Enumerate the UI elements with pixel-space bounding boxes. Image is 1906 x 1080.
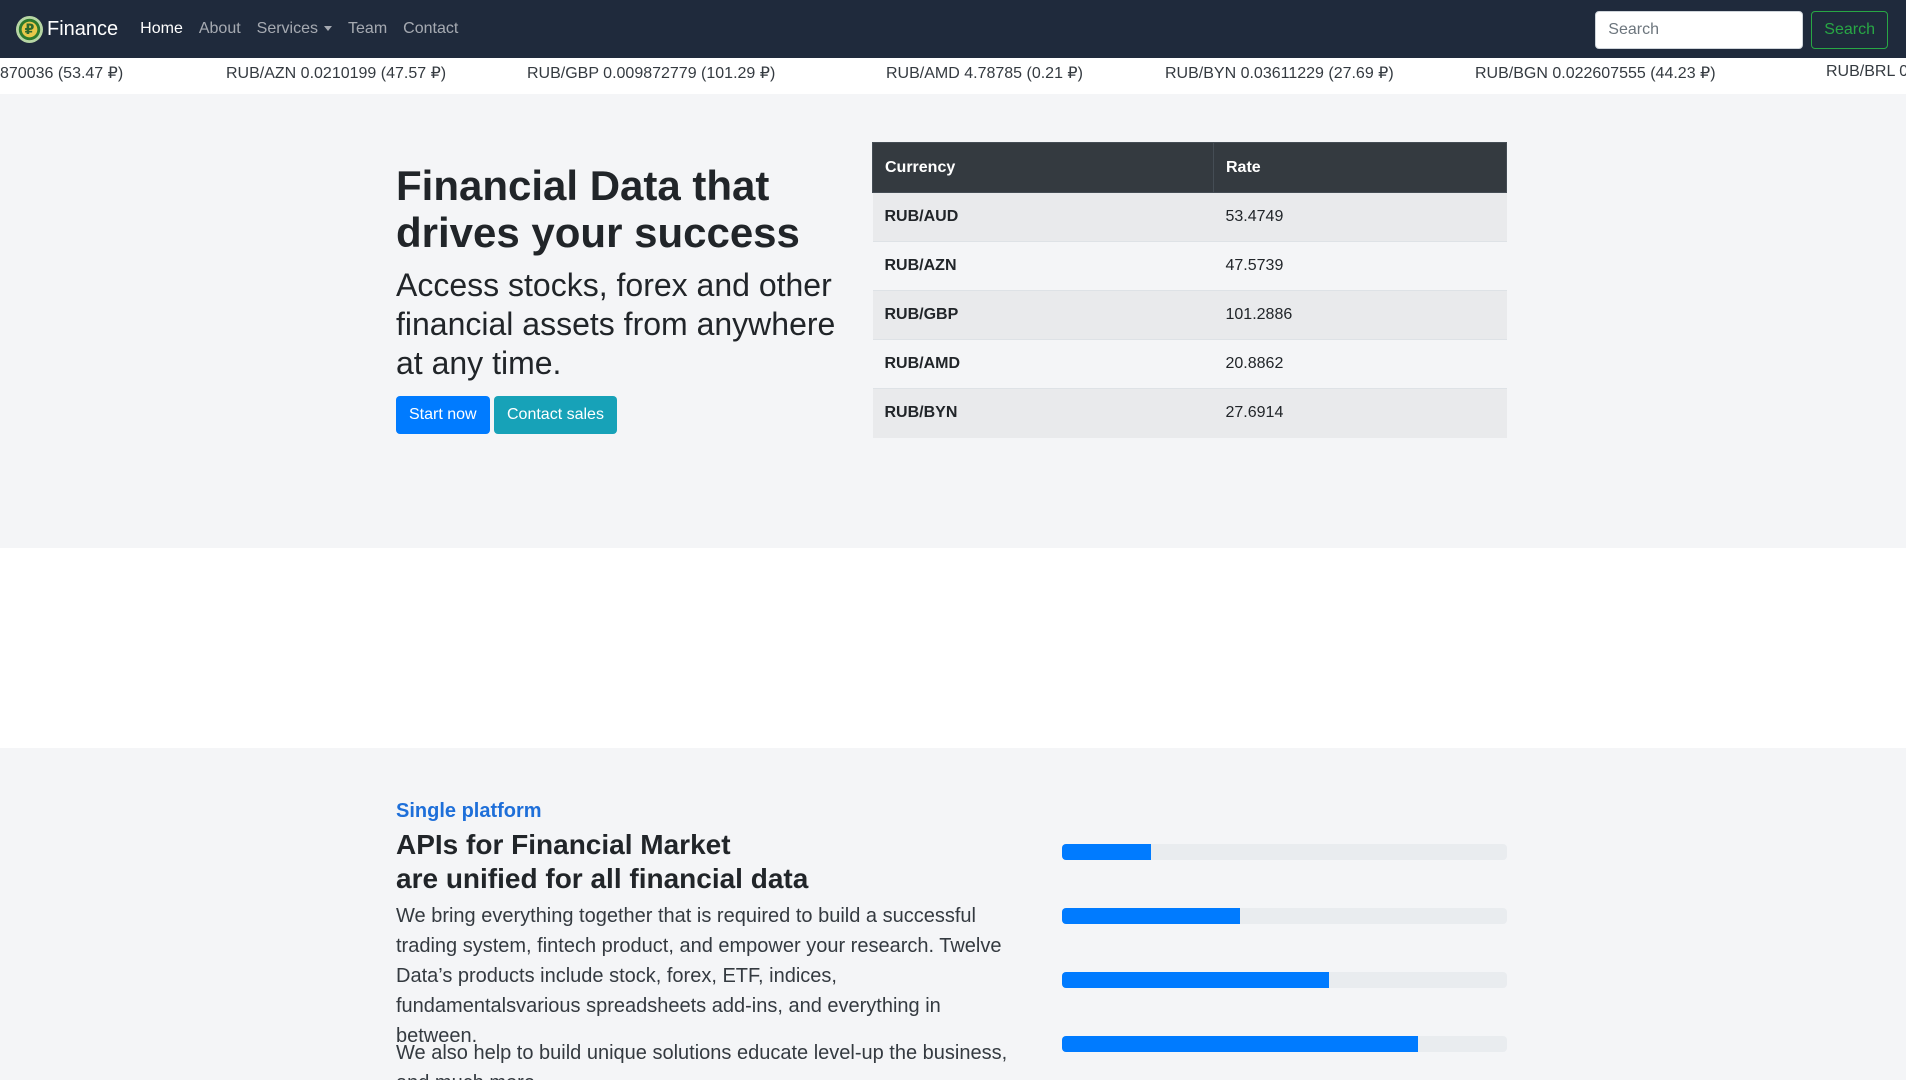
table-row: RUB/AZN 47.5739 xyxy=(872,241,1507,291)
progress-bar xyxy=(1062,844,1507,860)
features-section: Single platform APIs for Financial Marke… xyxy=(0,748,1906,1080)
rate-column-header: Rate xyxy=(1213,142,1507,193)
nav-team-link[interactable]: Team xyxy=(348,20,387,38)
ticker-item: RUB/AZN 0.0210199 (47.57 ₽) xyxy=(226,65,447,82)
rate-cell: 27.6914 xyxy=(1213,388,1507,438)
rate-cell: 101.2886 xyxy=(1213,290,1507,340)
progress-bar xyxy=(1062,972,1507,988)
navbar: ₽ Finance Home About Services Team Conta… xyxy=(0,0,1906,58)
nav-contact-link[interactable]: Contact xyxy=(403,20,458,38)
table-row: RUB/AMD 20.8862 xyxy=(872,339,1507,389)
hero-title: Financial Data that drives your success xyxy=(396,162,800,256)
ticker-item: RUB/BRL 0 xyxy=(1826,63,1906,80)
section-title-line: APIs for Financial Market xyxy=(396,829,731,860)
currency-ticker: 870036 (53.47 ₽) RUB/AZN 0.0210199 (47.5… xyxy=(0,58,1906,94)
progress-bar xyxy=(1062,908,1507,924)
hero-section: Financial Data that drives your success … xyxy=(0,94,1906,548)
nav-home-link[interactable]: Home xyxy=(140,20,183,38)
ticker-item: 870036 (53.47 ₽) xyxy=(0,65,124,82)
nav-links: Home About Services Team Contact xyxy=(140,20,458,38)
brand-name: Finance xyxy=(47,17,119,40)
rates-table: Currency Rate RUB/AUD 53.4749 RUB/AZN 47… xyxy=(872,142,1507,438)
start-now-button[interactable]: Start now xyxy=(396,396,490,434)
hero-lead: Access stocks, forex and other financial… xyxy=(396,267,836,381)
contact-sales-button[interactable]: Contact sales xyxy=(494,396,617,434)
progress-bar xyxy=(1062,1036,1507,1052)
nav-services-label: Services xyxy=(256,20,319,37)
currency-cell: RUB/BYN xyxy=(872,388,1214,438)
section-title-line: are unified for all financial data xyxy=(396,863,809,894)
nav-services-dropdown[interactable]: Services xyxy=(256,20,333,38)
currency-cell: RUB/AZN xyxy=(872,241,1214,291)
ticker-item: RUB/GBP 0.009872779 (101.29 ₽) xyxy=(527,65,776,82)
progress-bar-fill xyxy=(1062,844,1151,860)
rate-cell: 47.5739 xyxy=(1213,241,1507,291)
table-row: RUB/AUD 53.4749 xyxy=(872,192,1507,242)
currency-cell: RUB/AMD xyxy=(872,339,1214,389)
search-input[interactable] xyxy=(1595,11,1804,49)
currency-cell: RUB/GBP xyxy=(872,290,1214,340)
search-form: Search xyxy=(1595,11,1888,49)
rate-cell: 53.4749 xyxy=(1213,192,1507,242)
nav-about-link[interactable]: About xyxy=(199,20,241,38)
currency-column-header: Currency xyxy=(872,142,1214,193)
brand-link[interactable]: ₽ Finance xyxy=(16,15,119,43)
progress-bar-fill xyxy=(1062,908,1240,924)
progress-bar-fill xyxy=(1062,972,1329,988)
section-eyebrow: Single platform xyxy=(396,800,542,822)
caret-down-icon xyxy=(324,26,333,32)
ticker-item: RUB/AMD 4.78785 (0.21 ₽) xyxy=(886,65,1083,82)
table-header-row: Currency Rate xyxy=(872,142,1507,193)
section-paragraph: We also help to build unique solutions e… xyxy=(396,1042,1008,1080)
search-button[interactable]: Search xyxy=(1811,11,1888,49)
ticker-item: RUB/BGN 0.022607555 (44.23 ₽) xyxy=(1475,65,1716,82)
section-title: APIs for Financial Market are unified fo… xyxy=(396,828,916,896)
currency-cell: RUB/AUD xyxy=(872,192,1214,242)
section-paragraph: We bring everything together that is req… xyxy=(396,905,1002,1047)
table-row: RUB/GBP 101.2886 xyxy=(872,290,1507,340)
ticker-item: RUB/BYN 0.03611229 (27.69 ₽) xyxy=(1165,65,1394,82)
table-row: RUB/BYN 27.6914 xyxy=(872,388,1507,438)
progress-bar-fill xyxy=(1062,1036,1418,1052)
rate-cell: 20.8862 xyxy=(1213,339,1507,389)
ruble-coin-logo-icon: ₽ xyxy=(16,15,43,43)
